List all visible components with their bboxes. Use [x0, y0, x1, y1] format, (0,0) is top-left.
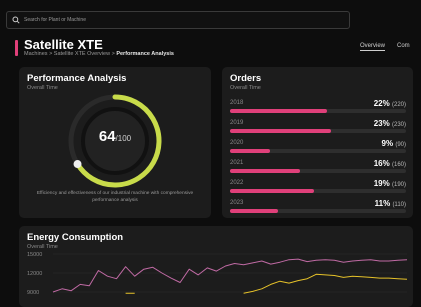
- energy-card: Energy Consumption Overall Time 15000 120…: [19, 226, 413, 307]
- order-count: (90): [395, 142, 406, 148]
- page-title: Satellite XTE: [24, 37, 103, 52]
- breadcrumb-path[interactable]: Machines > Satellite XTE Overview >: [24, 51, 116, 57]
- order-pct-value: 23%: [373, 119, 390, 128]
- order-count: (220): [391, 102, 406, 108]
- order-row: 2019 23% (230): [230, 119, 406, 138]
- score-max: /100: [115, 134, 132, 143]
- order-bar-fill: [230, 109, 327, 113]
- order-count: (230): [391, 122, 406, 128]
- performance-score: 64/100: [19, 128, 211, 146]
- order-bar-track: [230, 169, 406, 173]
- order-pct-value: 11%: [374, 199, 391, 208]
- energy-series-line-1: [125, 273, 408, 294]
- order-pct-value: 19%: [373, 179, 390, 188]
- order-percent: 16% (160): [374, 159, 406, 168]
- order-bar-track: [230, 209, 406, 213]
- tab-com[interactable]: Com: [397, 43, 410, 51]
- order-percent: 23% (230): [374, 119, 406, 128]
- order-bar-track: [230, 149, 406, 153]
- order-bar-fill: [230, 129, 332, 133]
- orders-card: Orders Overall Time 2018 22% (220) 2019 23%…: [222, 67, 413, 218]
- order-row: 2020 9% (90): [230, 139, 406, 158]
- order-pct-value: 9%: [381, 139, 394, 148]
- performance-subtitle: Overall Time: [27, 85, 58, 91]
- gauge-knob: [73, 160, 82, 169]
- order-year: 2018: [230, 100, 244, 106]
- order-year: 2019: [230, 120, 244, 126]
- order-percent: 19% (190): [374, 179, 406, 188]
- order-row: 2022 19% (190): [230, 179, 406, 198]
- order-percent: 22% (220): [374, 99, 406, 108]
- tab-overview[interactable]: Overview: [360, 43, 386, 51]
- performance-card: Performance Analysis Overall Time 64/100…: [19, 67, 211, 218]
- order-count: (190): [391, 182, 406, 188]
- order-pct-value: 22%: [373, 99, 390, 108]
- order-year: 2023: [230, 200, 244, 206]
- order-row: 2023 11% (110): [230, 199, 406, 218]
- order-count: (110): [392, 202, 406, 208]
- order-bar-fill: [230, 149, 270, 153]
- title-accent-bar: [15, 40, 18, 56]
- orders-subtitle: Overall Time: [230, 85, 261, 91]
- energy-tick-label: 15000: [27, 252, 42, 258]
- order-bar-track: [230, 129, 406, 133]
- order-year: 2022: [230, 180, 244, 186]
- order-pct-value: 16%: [373, 159, 390, 168]
- order-bar-fill: [230, 189, 314, 193]
- score-value: 64: [98, 128, 116, 145]
- order-bar-track: [230, 109, 406, 113]
- search-bar[interactable]: Search for Plant or Machine: [6, 11, 350, 29]
- performance-title: Performance Analysis: [27, 73, 127, 84]
- order-year: 2020: [230, 140, 244, 146]
- orders-title: Orders: [230, 73, 262, 84]
- order-year: 2021: [230, 160, 244, 166]
- order-row: 2018 22% (220): [230, 99, 406, 118]
- order-bar-track: [230, 189, 406, 193]
- order-row: 2021 16% (160): [230, 159, 406, 178]
- performance-description: Efficiency and effectiveness of our indu…: [36, 191, 194, 203]
- energy-series-line-0: [52, 258, 408, 293]
- order-percent: 9% (90): [382, 139, 406, 148]
- order-count: (160): [391, 162, 406, 168]
- breadcrumb-current: Performance Analysis: [116, 51, 174, 57]
- energy-chart: 15000 12000 9000: [27, 252, 408, 296]
- order-bar-fill: [230, 209, 279, 213]
- search-input[interactable]: Search for Plant or Machine: [24, 17, 86, 23]
- order-percent: 11% (110): [375, 199, 406, 208]
- order-bar-fill: [230, 169, 301, 173]
- tab-bar: Overview Com: [360, 43, 421, 51]
- energy-tick-label: 12000: [27, 271, 42, 277]
- search-icon: [12, 16, 20, 24]
- energy-tick-label: 9000: [27, 290, 39, 296]
- breadcrumb: Machines > Satellite XTE Overview > Perf…: [24, 51, 174, 57]
